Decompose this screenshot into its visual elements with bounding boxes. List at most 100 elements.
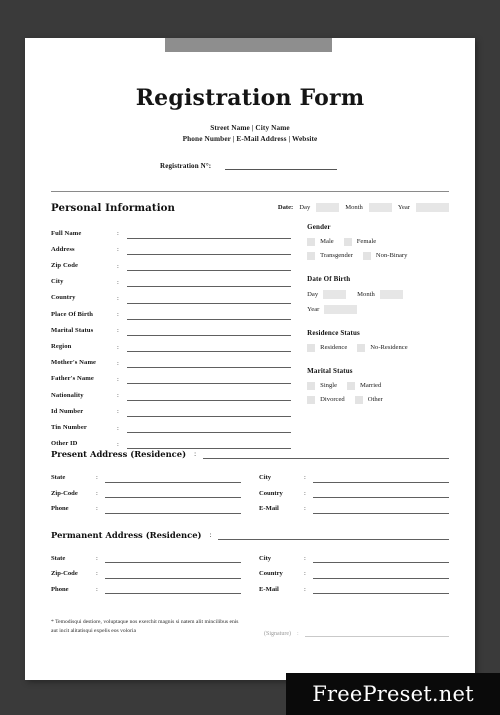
registration-number-row: Registration N°:: [25, 162, 475, 170]
residence-option-no-residence[interactable]: No-Residence: [357, 343, 408, 352]
marital-option-single[interactable]: Single: [307, 381, 337, 390]
checkbox-icon[interactable]: [307, 343, 316, 352]
marital-option-other[interactable]: Other: [354, 395, 383, 404]
checkbox-icon[interactable]: [307, 237, 316, 246]
field-input-address[interactable]: [127, 245, 292, 255]
permanent-address-zip-code-input[interactable]: [105, 569, 241, 579]
present-address-zip-code-input[interactable]: [105, 488, 241, 499]
address-field-colon: :: [304, 585, 306, 593]
gender-option-female[interactable]: Female: [343, 237, 377, 246]
gender-option-label: Transgender: [320, 252, 353, 260]
date-month-input[interactable]: [368, 203, 392, 213]
form-page: Registration Form Street Name | City Nam…: [25, 38, 475, 680]
gender-options-row-2: Transgender Non-Binary: [307, 251, 449, 260]
residence-status-options: Residence No-Residence: [307, 343, 449, 352]
watermark-banner: FreePreset.net: [286, 673, 500, 715]
field-label: City: [51, 278, 64, 286]
present-address-email-input[interactable]: [313, 504, 449, 514]
field-input-city[interactable]: [127, 277, 292, 288]
field-row: City :: [51, 271, 292, 288]
address-field-row: E-Mail :: [259, 579, 449, 595]
field-label: Id Number: [51, 407, 84, 415]
field-label: Other ID: [51, 440, 78, 448]
permanent-address-right-column: City : Country : E-Mail :: [259, 548, 449, 595]
marital-status-group: Marital Status Single Married Divorced O…: [307, 367, 449, 404]
field-input-other-id[interactable]: [127, 439, 292, 450]
present-address-phone-input[interactable]: [105, 504, 241, 514]
field-colon: :: [117, 392, 119, 400]
checkbox-icon[interactable]: [307, 395, 316, 404]
checkbox-icon[interactable]: [307, 381, 316, 390]
field-input-marital-status[interactable]: [127, 326, 292, 336]
header-accent-bar: [165, 38, 332, 52]
permanent-address-email-input[interactable]: [313, 584, 449, 595]
permanent-address-country-input[interactable]: [313, 569, 449, 579]
date-of-birth-row-2: Year: [307, 304, 449, 314]
date-day-input[interactable]: [316, 203, 340, 213]
field-input-id-number[interactable]: [127, 407, 292, 417]
dob-day-label: Day: [307, 290, 319, 298]
address-field-colon: :: [304, 554, 306, 562]
address-field-label: Zip-Code: [51, 570, 78, 578]
checkbox-icon[interactable]: [357, 343, 366, 352]
field-label: Country: [51, 294, 76, 302]
address-field-label: Zip-Code: [51, 489, 78, 497]
marital-option-divorced[interactable]: Divorced: [307, 395, 345, 404]
date-year-input[interactable]: [416, 203, 449, 213]
gender-option-non-binary[interactable]: Non-Binary: [362, 251, 407, 260]
section-title-personal-information: Personal Information: [51, 201, 176, 214]
permanent-address-phone-input[interactable]: [105, 584, 241, 595]
field-colon: :: [117, 359, 119, 367]
marital-option-married[interactable]: Married: [347, 381, 382, 390]
registration-number-label: Registration N°:: [160, 161, 212, 170]
signature-input[interactable]: [304, 630, 449, 637]
field-colon: :: [117, 375, 119, 383]
field-input-tin-number[interactable]: [127, 423, 292, 434]
field-input-fathers-name[interactable]: [127, 374, 292, 385]
permanent-address-input[interactable]: [218, 531, 449, 540]
watermark-text: FreePreset.net: [312, 682, 474, 706]
field-label: Marital Status: [51, 326, 94, 334]
gender-option-transgender[interactable]: Transgender: [307, 251, 353, 260]
address-field-colon: :: [96, 505, 98, 513]
checkbox-icon[interactable]: [362, 251, 371, 260]
present-address-input[interactable]: [203, 450, 449, 460]
dob-day-input[interactable]: [323, 289, 347, 299]
permanent-address-city-input[interactable]: [313, 553, 449, 564]
present-address-city-input[interactable]: [313, 473, 449, 483]
address-field-label: E-Mail: [259, 505, 279, 513]
form-footer: * Temodisqui destiore, voluptaque nos ex…: [51, 618, 449, 637]
checkbox-icon[interactable]: [347, 381, 356, 390]
checkbox-icon[interactable]: [354, 395, 363, 404]
gender-option-male[interactable]: Male: [307, 237, 334, 246]
present-address-state-input[interactable]: [105, 473, 241, 483]
field-input-country[interactable]: [127, 294, 292, 304]
field-row: Father's Name :: [51, 368, 292, 385]
field-input-mothers-name[interactable]: [127, 358, 292, 369]
permanent-address-state-input[interactable]: [105, 553, 241, 564]
field-input-nationality[interactable]: [127, 391, 292, 401]
address-field-row: Phone :: [51, 498, 241, 514]
present-address-fields: State : Zip-Code : Phone : City: Countr…: [51, 467, 449, 514]
field-input-zip-code[interactable]: [127, 261, 292, 272]
residence-option-residence[interactable]: Residence: [307, 343, 347, 352]
field-input-place-of-birth[interactable]: [127, 310, 292, 320]
date-of-birth-group: Date Of Birth Day Month Year: [307, 275, 449, 314]
checkbox-icon[interactable]: [307, 251, 316, 260]
dob-month-input[interactable]: [379, 289, 403, 299]
permanent-address-fields: State : Zip-Code : Phone : City: Countr…: [51, 548, 449, 595]
address-field-colon: :: [96, 585, 98, 593]
field-label: Address: [51, 245, 75, 253]
gender-option-label: Female: [356, 238, 377, 246]
checkbox-icon[interactable]: [343, 237, 352, 246]
address-field-row: Zip-Code :: [51, 483, 241, 499]
registration-number-input[interactable]: [225, 162, 338, 170]
dob-year-input[interactable]: [324, 304, 358, 314]
field-colon: :: [117, 230, 119, 238]
present-address-country-input[interactable]: [313, 488, 449, 499]
field-input-region[interactable]: [127, 342, 292, 353]
page-title: Registration Form: [135, 85, 365, 111]
present-address-section: Present Address (Residence) : State : Zi…: [51, 449, 449, 514]
marital-option-label: Married: [360, 382, 382, 390]
field-input-full-name[interactable]: [127, 229, 292, 239]
